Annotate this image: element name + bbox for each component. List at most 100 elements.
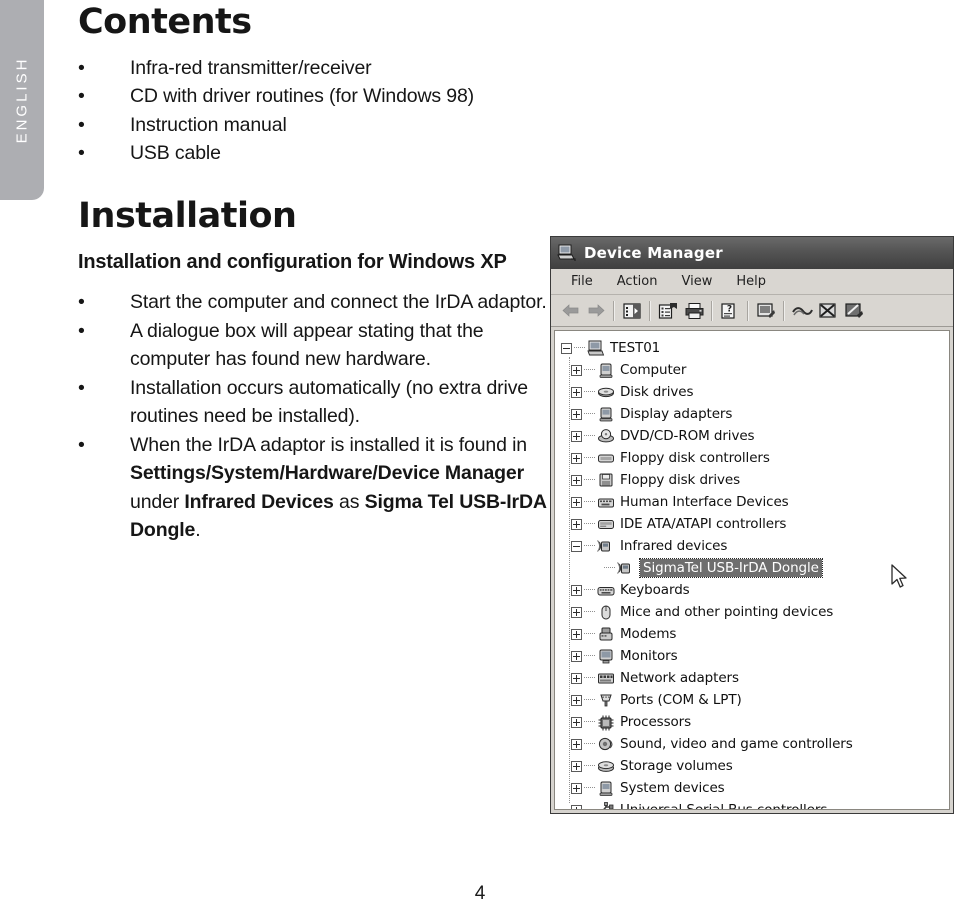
- tree-node[interactable]: Computer: [561, 359, 945, 381]
- floppy-drive-icon: [599, 473, 613, 486]
- menu-item-file[interactable]: File: [559, 274, 605, 289]
- expand-toggle-icon[interactable]: [571, 694, 582, 706]
- tree-root-node[interactable]: TEST01: [561, 337, 945, 359]
- tree-node[interactable]: Storage volumes: [561, 755, 945, 777]
- tree-connector: [584, 391, 595, 393]
- tree-node[interactable]: Keyboards: [561, 579, 945, 601]
- expand-toggle-icon[interactable]: [571, 364, 582, 376]
- expand-toggle-icon[interactable]: [571, 672, 582, 684]
- tree-node-label: Computer: [620, 362, 687, 378]
- bullet-dot-icon: •: [78, 142, 85, 165]
- menu-item-action[interactable]: Action: [605, 274, 670, 289]
- bullet-dot-icon: •: [78, 319, 85, 342]
- collapse-toggle-icon[interactable]: [571, 540, 582, 552]
- display-adapter-icon: [599, 407, 613, 421]
- tree-node[interactable]: SigmaTel USB-IrDA Dongle: [561, 557, 945, 579]
- tree-node[interactable]: Floppy disk drives: [561, 469, 945, 491]
- expand-toggle-icon[interactable]: [571, 738, 582, 750]
- tree-connector: [584, 413, 595, 415]
- language-tab: ENGLISH: [0, 0, 44, 200]
- monitor-icon: [599, 649, 613, 663]
- tree-node[interactable]: Processors: [561, 711, 945, 733]
- tree-node[interactable]: System devices: [561, 777, 945, 799]
- expand-toggle-icon[interactable]: [571, 518, 582, 530]
- tree-node[interactable]: DVD/CD-ROM drives: [561, 425, 945, 447]
- tree-node-label: IDE ATA/ATAPI controllers: [620, 516, 787, 532]
- emphasis-text: Infrared Devices: [184, 490, 334, 513]
- tree-node-label: Keyboards: [620, 582, 690, 598]
- uninstall-device-icon[interactable]: [841, 299, 867, 323]
- body-text: as: [333, 490, 365, 513]
- expand-toggle-icon[interactable]: [571, 782, 582, 794]
- help-icon[interactable]: ?: [717, 299, 743, 323]
- tree-node-label: Sound, video and game controllers: [620, 736, 853, 752]
- expand-toggle-icon[interactable]: [571, 408, 582, 420]
- computer-node-icon: [599, 363, 613, 378]
- tree-node-label: Monitors: [620, 648, 678, 664]
- tree-node[interactable]: Modems: [561, 623, 945, 645]
- body-text: A dialogue box will appear stating that …: [130, 319, 484, 371]
- show-hide-console-tree-icon[interactable]: [619, 299, 645, 323]
- tree-node-label: Ports (COM & LPT): [620, 692, 742, 708]
- disable-device-icon[interactable]: [815, 299, 841, 323]
- update-driver-icon[interactable]: [789, 299, 815, 323]
- expand-toggle-icon[interactable]: [571, 716, 582, 728]
- tree-node-label: Universal Serial Bus controllers: [620, 802, 828, 810]
- tree-node[interactable]: Sound, video and game controllers: [561, 733, 945, 755]
- modem-icon: [599, 627, 613, 640]
- tree-node-label: Processors: [620, 714, 692, 730]
- tree-node[interactable]: Ports (COM & LPT): [561, 689, 945, 711]
- properties-icon[interactable]: [655, 299, 681, 323]
- expand-toggle-icon[interactable]: [571, 606, 582, 618]
- toolbar-separator: [783, 300, 785, 321]
- tree-node[interactable]: Floppy disk controllers: [561, 447, 945, 469]
- tree-node[interactable]: Human Interface Devices: [561, 491, 945, 513]
- menu-item-view[interactable]: View: [669, 274, 724, 289]
- tree-node[interactable]: IDE ATA/ATAPI controllers: [561, 513, 945, 535]
- page-number: 4: [474, 883, 486, 904]
- tree-node[interactable]: Universal Serial Bus controllers: [561, 799, 945, 810]
- installation-bullet-text: A dialogue box will appear stating that …: [130, 319, 484, 371]
- back-arrow-icon[interactable]: [557, 299, 583, 323]
- forward-arrow-icon[interactable]: [583, 299, 609, 323]
- expand-toggle-icon[interactable]: [571, 386, 582, 398]
- tree-connector: [584, 457, 595, 459]
- bullet-dot-icon: •: [78, 85, 85, 108]
- installation-bullet-item: • Start the computer and connect the IrDA…: [78, 288, 548, 316]
- expand-toggle-icon[interactable]: [571, 474, 582, 486]
- toolbar-separator: [747, 300, 749, 321]
- tree-node[interactable]: Infrared devices: [561, 535, 945, 557]
- contents-bullet-item: • Instruction manual: [78, 111, 548, 139]
- expand-toggle-icon[interactable]: [571, 650, 582, 662]
- tree-node-label: Display adapters: [620, 406, 733, 422]
- print-icon[interactable]: [681, 299, 707, 323]
- tree-node[interactable]: Display adapters: [561, 403, 945, 425]
- document-text-column: Contents • Infra-red transmitter/receiver…: [78, 0, 548, 544]
- tree-node[interactable]: Disk drives: [561, 381, 945, 403]
- tree-node-label: Network adapters: [620, 670, 739, 686]
- scan-for-hardware-changes-icon[interactable]: [753, 299, 779, 323]
- expand-toggle-icon[interactable]: [571, 430, 582, 442]
- floppy-controller-icon: [598, 454, 614, 462]
- language-tab-label: ENGLISH: [13, 56, 31, 144]
- tree-node[interactable]: Network adapters: [561, 667, 945, 689]
- menu-item-help[interactable]: Help: [724, 274, 778, 289]
- collapse-toggle-icon[interactable]: [561, 342, 572, 354]
- expand-toggle-icon[interactable]: [571, 496, 582, 508]
- window-titlebar[interactable]: Device Manager: [551, 237, 953, 269]
- bullet-dot-icon: •: [78, 291, 85, 314]
- infrared-device-icon: [597, 539, 610, 552]
- installation-subheading: Installation and configuration for Windo…: [78, 250, 507, 273]
- expand-toggle-icon[interactable]: [571, 452, 582, 464]
- expand-toggle-icon[interactable]: [571, 804, 582, 809]
- tree-node-label: Mice and other pointing devices: [620, 604, 834, 620]
- tree-node[interactable]: Monitors: [561, 645, 945, 667]
- expand-toggle-icon[interactable]: [571, 628, 582, 640]
- computer-icon: [557, 244, 576, 261]
- system-device-icon: [599, 781, 613, 796]
- tree-node-label: Disk drives: [620, 384, 694, 400]
- tree-node-label: Floppy disk drives: [620, 472, 741, 488]
- expand-toggle-icon[interactable]: [571, 760, 582, 772]
- expand-toggle-icon[interactable]: [571, 584, 582, 596]
- tree-node[interactable]: Mice and other pointing devices: [561, 601, 945, 623]
